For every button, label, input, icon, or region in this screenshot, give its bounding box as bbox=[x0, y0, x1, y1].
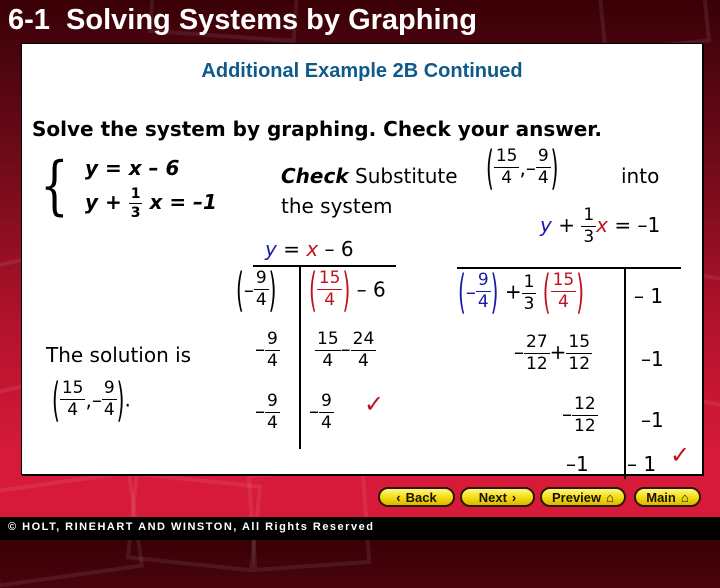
eq2-left: y + bbox=[85, 190, 122, 214]
check-label: Check bbox=[281, 164, 349, 188]
footer-bar: © HOLT, RINEHART AND WINSTON, All Rights… bbox=[0, 517, 720, 540]
slide-title: 6-1 Solving Systems by Graphing bbox=[8, 4, 477, 36]
table1-header: y = x – 6 bbox=[265, 237, 354, 261]
eq2-right: x = –1 bbox=[149, 190, 217, 214]
copyright-text: © HOLT, RINEHART AND WINSTON, All Rights… bbox=[8, 521, 375, 533]
preview-button[interactable]: Preview ⌂ bbox=[540, 487, 626, 507]
home-icon: ⌂ bbox=[606, 489, 614, 505]
table2-row3-left: –12 12 bbox=[562, 394, 598, 436]
example-subtitle: Additional Example 2B Continued bbox=[201, 60, 523, 82]
check-statement: Check Substitute bbox=[281, 164, 458, 188]
check-the-system: the system bbox=[281, 194, 393, 218]
home-icon: ⌂ bbox=[680, 489, 689, 505]
table2-row4-right: – 1 bbox=[627, 452, 657, 476]
system-equation-1: y = x – 6 bbox=[85, 156, 180, 180]
next-button[interactable]: Next › bbox=[460, 487, 535, 507]
table2-row4-left: –1 bbox=[566, 452, 589, 476]
chevron-right-icon: › bbox=[511, 489, 517, 505]
chevron-left-icon: ‹ bbox=[396, 489, 401, 505]
table1-checkmark-icon: ✓ bbox=[364, 390, 385, 418]
check-substitute: Substitute bbox=[355, 164, 458, 188]
system-equation-2: y + 13 x = –1 bbox=[85, 187, 217, 220]
table1-row2-left: –9 4 bbox=[255, 329, 280, 371]
table1-row3-left: –9 4 bbox=[255, 391, 280, 433]
table2-row1-right: – 1 bbox=[634, 284, 664, 308]
content-panel: Additional Example 2B Continued Solve th… bbox=[21, 43, 703, 479]
solution-point: ( 15 4 , – 94 ). bbox=[52, 371, 131, 428]
table1-row1-right: (15 4) – 6 bbox=[309, 261, 386, 318]
table1-row2-right: 15 4–24 4 bbox=[315, 329, 377, 371]
system-brace: { bbox=[40, 149, 69, 223]
table2-checkmark-icon: ✓ bbox=[670, 441, 691, 469]
table2-row3-right: –1 bbox=[641, 408, 664, 432]
table2-vline bbox=[624, 267, 626, 479]
check-point: ( 15 4 , – 94 ) bbox=[486, 139, 559, 196]
back-button[interactable]: ‹ Back bbox=[378, 487, 455, 507]
table2-row2-left: –27 12 +15 12 bbox=[514, 332, 593, 374]
solution-text: The solution is bbox=[46, 343, 192, 367]
table1-row3-right: –9 4 bbox=[309, 391, 334, 433]
main-button[interactable]: Main ⌂ bbox=[634, 487, 701, 507]
instruction-text: Solve the system by graphing. Check your… bbox=[32, 117, 602, 141]
table2-header: y + 13x = –1 bbox=[540, 205, 661, 247]
eq2-fraction: 13 bbox=[128, 186, 143, 221]
table1-vline bbox=[299, 265, 301, 449]
check-into: into bbox=[621, 164, 660, 188]
table2-row2-right: –1 bbox=[641, 347, 664, 371]
table2-row1-left: (–9 4) +1 3 (15 4) bbox=[458, 263, 585, 320]
table1-row1-left: (–9 4) bbox=[236, 261, 277, 318]
